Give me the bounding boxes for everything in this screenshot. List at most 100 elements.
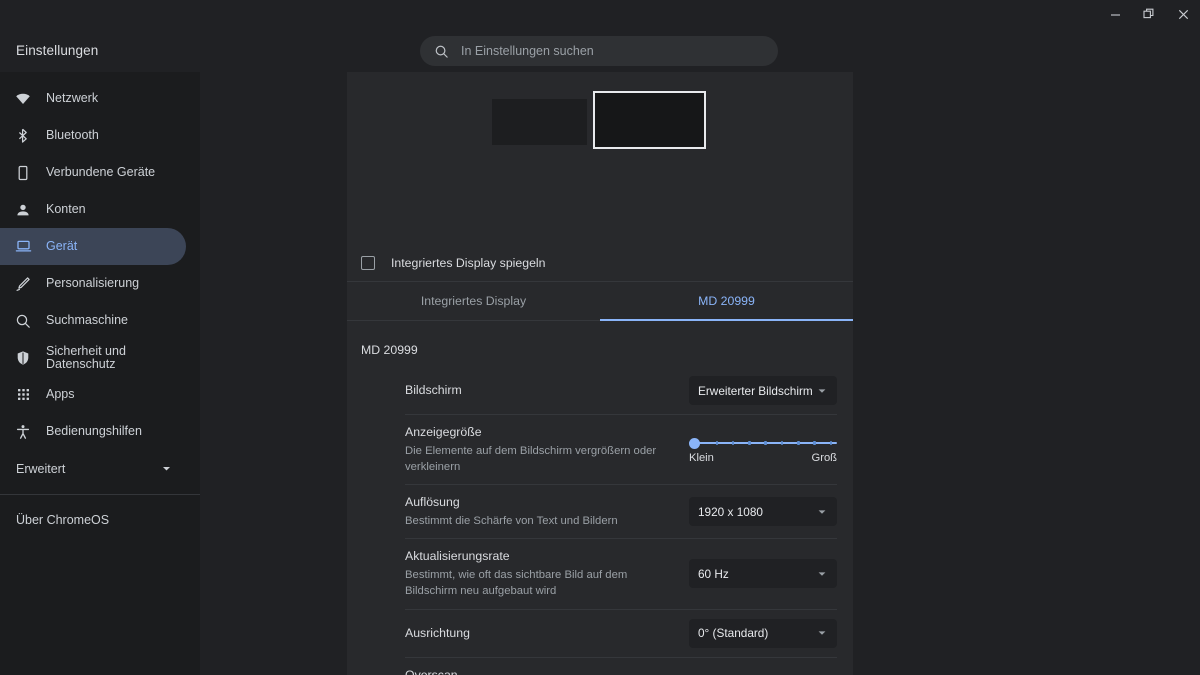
sidebar-item-bluetooth[interactable]: Bluetooth xyxy=(0,117,186,154)
chevron-down-icon xyxy=(817,507,827,517)
sidebar-item-label: Verbundene Geräte xyxy=(46,165,156,180)
ausrichtung-dropdown[interactable]: 0° (Standard) xyxy=(689,618,837,648)
tab-label: MD 20999 xyxy=(698,294,755,308)
setting-row-ausrichtung: Ausrichtung 0° (Standard) xyxy=(405,610,837,658)
dropdown-value: Erweiterter Bildschirm xyxy=(698,383,813,398)
sidebar-item-geraet[interactable]: Gerät xyxy=(0,228,186,265)
chevron-down-icon xyxy=(817,569,827,579)
bildschirm-dropdown[interactable]: Erweiterter Bildschirm xyxy=(689,376,837,405)
aktualisierungsrate-dropdown[interactable]: 60 Hz xyxy=(689,559,837,589)
title-bar xyxy=(0,0,1200,28)
aufloesung-dropdown[interactable]: 1920 x 1080 xyxy=(689,497,837,527)
sidebar-item-label: Suchmaschine xyxy=(46,313,128,328)
sidebar-item-label: Bedienungshilfen xyxy=(46,424,142,439)
sidebar-item-label: Sicherheit und Datenschutz xyxy=(46,344,126,371)
row-title: Aktualisierungsrate xyxy=(405,549,510,564)
main-content: Integriertes Display spiegeln Integriert… xyxy=(200,72,1200,675)
sidebar-item-sicherheit-und-datenschutz[interactable]: Sicherheit und Datenschutz xyxy=(0,339,186,376)
sidebar-item-bedienungshilfen[interactable]: Bedienungshilfen xyxy=(0,413,186,450)
search-icon xyxy=(14,312,32,330)
row-title: Bildschirm xyxy=(405,383,462,398)
row-text: Bildschirm xyxy=(405,382,462,399)
row-title: Ausrichtung xyxy=(405,625,470,640)
sidebar-item-label: Bluetooth xyxy=(46,128,99,143)
sidebar-item-personalisierung[interactable]: Personalisierung xyxy=(0,265,186,302)
sidebar-item-label: Konten xyxy=(46,202,86,217)
mirror-display-checkbox[interactable] xyxy=(361,255,375,270)
bluetooth-icon xyxy=(14,127,32,145)
chevron-down-icon xyxy=(161,463,172,474)
grid-icon xyxy=(14,386,32,404)
slider-tick xyxy=(780,441,784,446)
wifi-icon xyxy=(14,90,32,108)
tab-label: Integriertes Display xyxy=(420,294,527,308)
sidebar-item-erweitert[interactable]: Erweitert xyxy=(0,450,186,487)
row-title: Anzeigegröße xyxy=(405,425,482,439)
sidebar-item-apps[interactable]: Apps xyxy=(0,376,186,413)
slider-tick xyxy=(829,441,833,446)
slider-tick xyxy=(748,441,751,446)
anzeigegroesse-slider[interactable]: Klein Groß xyxy=(689,435,837,464)
display-preview-integriertes-display[interactable] xyxy=(492,99,587,145)
slider-track[interactable] xyxy=(689,437,837,450)
mirror-display-label: Integriertes Display spiegeln xyxy=(391,255,546,270)
row-subtitle: Die Elemente auf dem Bildschirm vergröße… xyxy=(405,444,657,473)
slider-tick xyxy=(813,441,816,446)
sidebar-item-label: Gerät xyxy=(46,239,78,254)
close-button[interactable] xyxy=(1166,0,1200,28)
section-title: MD 20999 xyxy=(361,343,418,357)
slider-tick xyxy=(797,441,800,446)
chevron-down-icon xyxy=(817,628,827,638)
dropdown-value: 60 Hz xyxy=(698,566,729,581)
settings-rows: Bildschirm Erweiterter Bildschirm Anzeig… xyxy=(347,367,853,675)
sidebar-item-label: Apps xyxy=(46,387,75,402)
phone-icon xyxy=(14,164,32,182)
sidebar-item-verbundene-geraete[interactable]: Verbundene Geräte xyxy=(0,154,186,191)
tab-md-20999[interactable]: MD 20999 xyxy=(600,282,853,321)
brush-icon xyxy=(14,275,32,293)
sidebar-divider xyxy=(0,494,200,495)
display-settings-card: Integriertes Display spiegeln Integriert… xyxy=(347,72,853,675)
display-tabs: Integriertes Display MD 20999 xyxy=(347,282,853,321)
search-icon xyxy=(434,44,449,59)
search-input[interactable] xyxy=(461,44,764,58)
sidebar-item-konten[interactable]: Konten xyxy=(0,191,186,228)
app-header: Einstellungen xyxy=(0,28,1200,72)
row-text: Ausrichtung xyxy=(405,625,470,642)
slider-tick xyxy=(764,441,767,446)
mirror-display-row[interactable]: Integriertes Display spiegeln xyxy=(347,244,853,282)
app-title: Einstellungen xyxy=(16,42,99,58)
sidebar: Netzwerk Bluetooth Verbundene Geräte Kon… xyxy=(0,72,200,675)
row-title: Overscan xyxy=(405,667,458,675)
tab-integriertes-display[interactable]: Integriertes Display xyxy=(347,282,600,320)
setting-row-anzeigegroesse: Anzeigegröße Die Elemente auf dem Bildsc… xyxy=(405,415,837,486)
display-preview-md-20999[interactable] xyxy=(593,91,706,149)
chevron-down-icon xyxy=(817,386,827,396)
sidebar-item-netzwerk[interactable]: Netzwerk xyxy=(0,80,186,117)
restore-button[interactable] xyxy=(1132,0,1166,28)
setting-row-aktualisierungsrate: Aktualisierungsrate Bestimmt, wie oft da… xyxy=(405,539,837,610)
sidebar-item-label: Personalisierung xyxy=(46,276,140,291)
slider-max-label: Groß xyxy=(811,452,837,465)
sidebar-item-ueber-chromeos[interactable]: Über ChromeOS xyxy=(0,501,200,538)
sidebar-item-suchmaschine[interactable]: Suchmaschine xyxy=(0,302,186,339)
setting-row-aufloesung: Auflösung Bestimmt die Schärfe von Text … xyxy=(405,485,837,540)
row-subtitle: Bestimmt, wie oft das sichtbare Bild auf… xyxy=(405,568,628,598)
dropdown-value: 0° (Standard) xyxy=(698,626,769,641)
row-title: Auflösung xyxy=(405,495,460,510)
row-text: Anzeigegröße Die Elemente auf dem Bildsc… xyxy=(405,424,679,475)
accessibility-icon xyxy=(14,423,32,441)
minimize-button[interactable] xyxy=(1098,0,1132,28)
row-text: Auflösung Bestimmt die Schärfe von Text … xyxy=(405,494,618,529)
dropdown-value: 1920 x 1080 xyxy=(698,504,763,519)
display-arrangement[interactable] xyxy=(347,72,853,244)
person-icon xyxy=(14,201,32,219)
sidebar-item-label: Erweitert xyxy=(16,461,66,476)
slider-thumb[interactable] xyxy=(689,438,700,450)
setting-row-overscan[interactable]: Overscan Die Ränder des Desktops an den … xyxy=(405,658,837,675)
row-subtitle: Bestimmt die Schärfe von Text und Bilder… xyxy=(405,514,618,527)
slider-min-label: Klein xyxy=(689,452,714,465)
slider-tick xyxy=(715,441,719,446)
search-box[interactable] xyxy=(420,36,778,66)
row-text: Aktualisierungsrate Bestimmt, wie oft da… xyxy=(405,548,679,599)
